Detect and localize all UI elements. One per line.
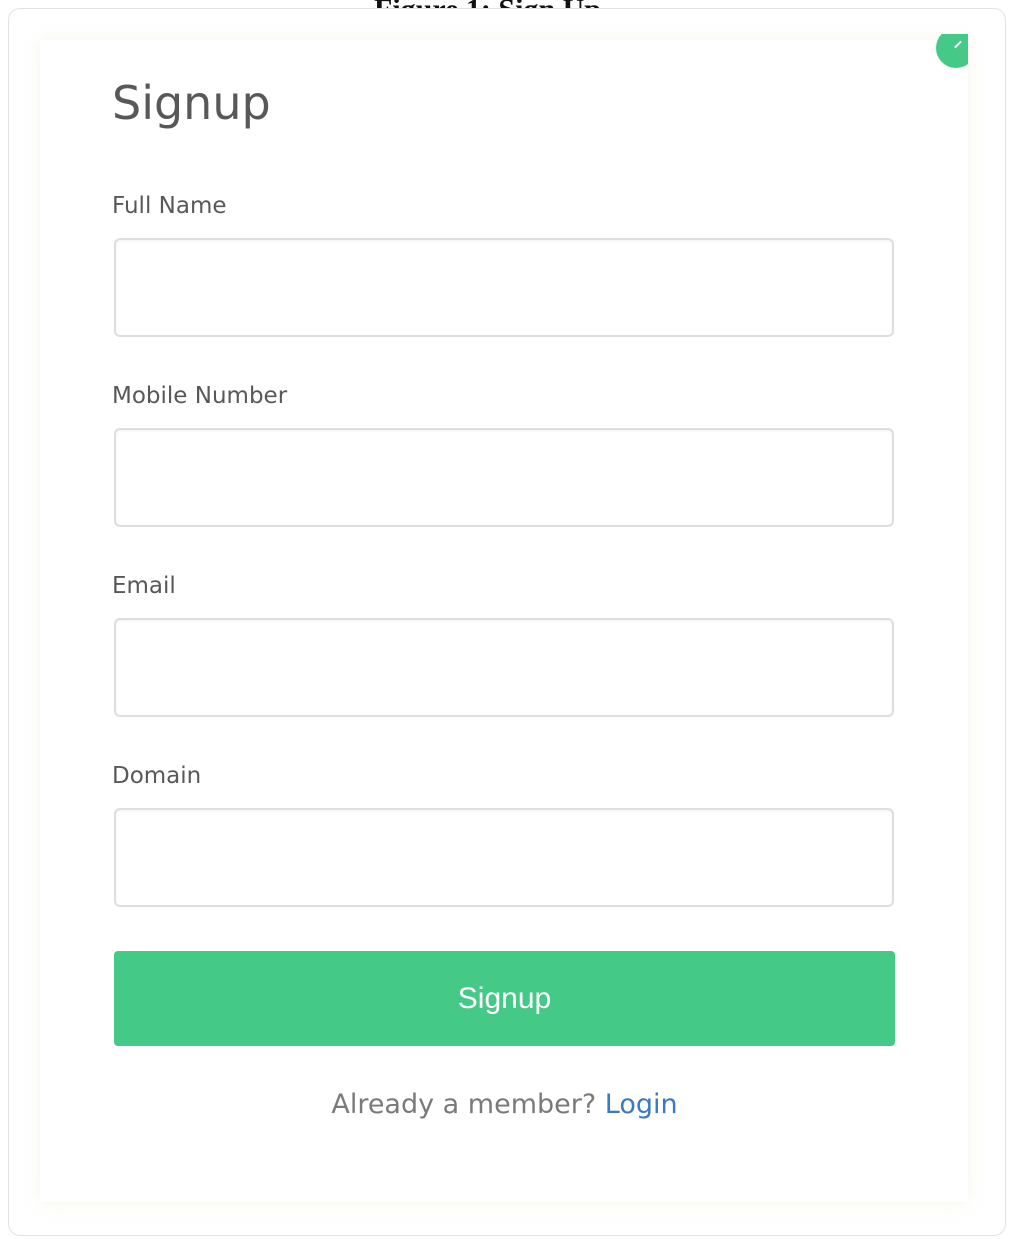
email-label: Email bbox=[112, 573, 176, 599]
close-icon bbox=[936, 34, 968, 68]
domain-input[interactable] bbox=[114, 808, 894, 907]
page-title: Signup bbox=[112, 76, 271, 130]
close-button[interactable] bbox=[936, 34, 968, 69]
full-name-input[interactable] bbox=[114, 238, 894, 337]
full-name-label: Full Name bbox=[112, 193, 227, 219]
mobile-number-label: Mobile Number bbox=[112, 383, 288, 409]
signup-button[interactable]: Signup bbox=[114, 951, 895, 1046]
domain-label: Domain bbox=[112, 763, 202, 789]
signup-modal: Signup Full Name Mobile Number Email Dom… bbox=[0, 0, 1009, 1239]
login-prompt-text: Already a member? bbox=[331, 1089, 597, 1120]
login-prompt: Already a member? Login bbox=[0, 1089, 1009, 1120]
login-link[interactable]: Login bbox=[605, 1089, 678, 1120]
email-input[interactable] bbox=[114, 618, 894, 717]
mobile-number-input[interactable] bbox=[114, 428, 894, 527]
